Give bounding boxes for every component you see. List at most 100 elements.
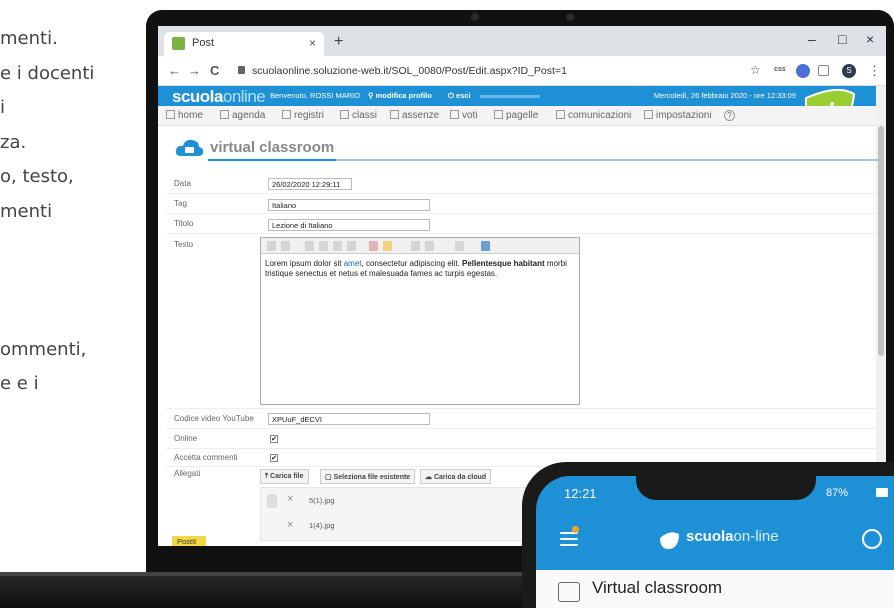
back-button[interactable]: ← [168, 63, 181, 78]
virtual-classroom-icon [558, 582, 580, 602]
upload-file-button[interactable]: ⤒ Carica file [260, 469, 309, 484]
edit-profile-link[interactable]: ⚲ modifica profilo [368, 91, 432, 100]
select-existing-button[interactable]: ▢ Seleziona file esistente [320, 469, 416, 484]
profile-avatar[interactable]: S [842, 64, 856, 78]
data-label: Data [174, 179, 191, 188]
reload-button[interactable]: C [210, 63, 219, 78]
tab-title: Post [192, 37, 215, 49]
date-field[interactable]: 26/02/2020 12:29:11 [268, 178, 352, 190]
tab-close-icon[interactable]: × [309, 36, 316, 50]
more-menu-icon[interactable]: ⋮ [868, 63, 881, 79]
editor-content[interactable]: Lorem ipsum dolor sit amet, consectetur … [265, 259, 575, 279]
align-left-button[interactable] [305, 241, 314, 251]
source-code-button[interactable] [481, 241, 490, 251]
menu-item-voti[interactable]: voti [450, 110, 478, 121]
phone-content: Virtual classroom [536, 570, 894, 608]
calendar-icon [220, 110, 229, 119]
menu-item-classi[interactable]: classi [340, 110, 377, 121]
link-button[interactable] [455, 241, 464, 251]
site-brand[interactable]: scuolaonline [172, 87, 266, 107]
user-icon[interactable] [862, 529, 882, 549]
italic-button[interactable] [281, 241, 290, 251]
menu-label: voti [462, 110, 478, 121]
editor-text: Lorem ipsum dolor sit [265, 259, 344, 268]
bookmark-star-icon[interactable]: ☆ [750, 63, 761, 77]
paperclip-icon [267, 494, 277, 508]
cloud-label: Carica da cloud [433, 474, 487, 481]
report-card-icon [494, 110, 503, 119]
rich-text-editor[interactable]: Lorem ipsum dolor sit amet, consectetur … [260, 237, 580, 405]
bg-line: e i docenti [0, 62, 95, 84]
new-tab-button[interactable]: + [334, 33, 343, 51]
bullet-list-button[interactable] [411, 241, 420, 251]
online-checkbox[interactable]: ✔ [270, 435, 278, 443]
phone-notch [636, 476, 816, 500]
favicon-icon [172, 37, 185, 50]
accept-comments-checkbox[interactable]: ✔ [270, 454, 278, 462]
css-extension-icon[interactable]: css [774, 66, 786, 73]
menu-item-home[interactable]: home [166, 110, 203, 121]
help-icon[interactable]: ? [724, 110, 735, 121]
phone-time: 12:21 [564, 486, 597, 501]
mail-icon [556, 110, 565, 119]
attachment-name[interactable]: 5(1).jpg [309, 496, 334, 505]
camera-dot [566, 13, 574, 21]
menu-item-registri[interactable]: registri [282, 110, 324, 121]
remove-attachment-icon[interactable]: × [287, 519, 293, 531]
cloud-classroom-icon [175, 139, 204, 156]
attachment-name[interactable]: 1(4).jpg [309, 521, 334, 530]
menu-item-assenze[interactable]: assenze [390, 110, 439, 121]
url-input[interactable]: scuolaonline.soluzione-web.it/SOL_0080/P… [230, 60, 730, 82]
bold-button[interactable] [267, 241, 276, 251]
remove-attachment-icon[interactable]: × [287, 493, 293, 505]
scrollbar-thumb[interactable] [878, 126, 884, 356]
gear-icon [644, 110, 653, 119]
bg-line: o, testo, [0, 166, 74, 187]
notification-dot [572, 526, 579, 533]
highlight-button[interactable] [383, 241, 392, 251]
hamburger-menu-icon[interactable] [560, 532, 578, 546]
bg-line: i [0, 97, 6, 118]
youtube-code-field[interactable]: XPUuF_dECVI [268, 413, 430, 425]
bg-line: menti [0, 200, 53, 222]
postit-button[interactable]: PostIt [172, 536, 206, 546]
tag-label: Tag [174, 199, 187, 208]
absences-icon [390, 110, 399, 119]
menu-item-comunicazioni[interactable]: comunicazioni [556, 110, 631, 121]
maximize-button[interactable]: □ [838, 31, 846, 47]
welcome-text: Benvenuto, ROSSI MARIO [270, 91, 361, 100]
bg-line: e e i [0, 373, 39, 394]
editor-link[interactable]: amet [344, 259, 362, 268]
main-menu: home agenda registri classi assenze voti… [158, 106, 876, 126]
bg-line [0, 264, 160, 299]
forward-button[interactable]: → [188, 63, 201, 78]
camera-dot [471, 13, 479, 21]
register-icon [282, 110, 291, 119]
phone-brand: scuolaon-line [686, 528, 779, 545]
menu-item-agenda[interactable]: agenda [220, 110, 265, 121]
logout-link[interactable]: ⏻ esci [448, 91, 471, 101]
text-color-button[interactable] [369, 241, 378, 251]
browser-tab[interactable]: Post × [164, 32, 324, 56]
justify-button[interactable] [347, 241, 356, 251]
cast-icon[interactable] [818, 65, 829, 76]
minimize-button[interactable]: – [808, 31, 816, 47]
menu-item-pagelle[interactable]: pagelle [494, 110, 538, 121]
battery-icon [876, 488, 888, 497]
align-center-button[interactable] [319, 241, 328, 251]
testo-label: Testo [174, 240, 194, 249]
cloud-upload-button[interactable]: ☁ Carica da cloud [420, 469, 492, 484]
menu-label: classi [352, 110, 378, 121]
url-text: scuolaonline.soluzione-web.it/SOL_0080/P… [252, 65, 567, 77]
form-row-titolo: Titolo Lezione di Italiano [166, 214, 876, 234]
phone-section-title[interactable]: Virtual classroom [592, 578, 722, 598]
online-label: Online [174, 434, 198, 443]
close-window-button[interactable]: × [866, 31, 874, 47]
title-field[interactable]: Lezione di Italiano [268, 219, 430, 231]
extension-icon[interactable] [796, 64, 810, 78]
number-list-button[interactable] [425, 241, 434, 251]
align-right-button[interactable] [333, 241, 342, 251]
tag-field[interactable]: Italiano [268, 199, 430, 211]
menu-item-impostazioni[interactable]: impostazioni [644, 110, 712, 121]
header-date: Mercoledì, 26 febbraio 2020 - ore 12:33:… [653, 91, 796, 100]
